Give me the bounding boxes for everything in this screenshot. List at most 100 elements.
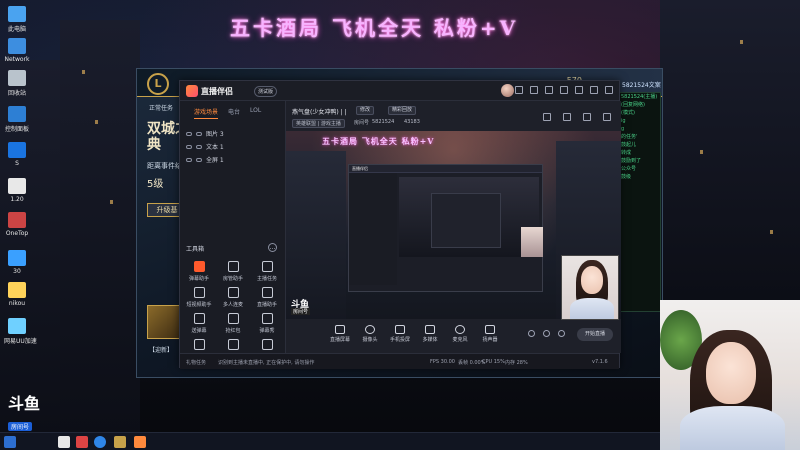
tab-lol[interactable]: LOL [250,107,261,119]
close-icon[interactable] [605,86,613,94]
desktop-icon-recycle-bin[interactable]: 回收站 [4,70,30,97]
tool-streamer-task[interactable]: 主播任务 [252,261,282,282]
edge-icon[interactable] [94,436,106,448]
settings-icon[interactable] [545,86,553,94]
layout-icon[interactable] [563,113,571,121]
avatar[interactable] [501,84,514,97]
desktop-icon-app[interactable]: S [4,142,30,167]
microphone-button[interactable]: 麦克风 [446,325,474,343]
tool-item[interactable] [184,339,214,350]
webcam-shirt [570,298,614,319]
control-panel-icon [8,106,26,122]
tool-room-manager[interactable]: 房管助手 [218,261,248,282]
nested-titlebar [349,165,542,173]
webcam-overlay[interactable] [660,300,800,450]
nested-webcam [521,227,543,257]
home-icon[interactable] [543,113,551,121]
speaker-button[interactable]: 扬声器 [476,325,504,343]
eye-icon[interactable] [186,157,192,162]
settings-icon[interactable] [558,330,565,337]
menu-icon[interactable] [560,86,568,94]
tool-item[interactable] [218,339,248,350]
desktop-icon-onetop[interactable]: OneTop [4,212,30,237]
tool-item[interactable] [252,339,282,350]
eye-icon[interactable] [186,144,192,149]
stream-app-icon[interactable] [134,436,146,448]
tool-send-danmu[interactable]: 送弹幕 [184,313,214,334]
taskbar [0,432,660,450]
desktop-icon-this-pc[interactable]: 此电脑 [4,6,30,33]
league-icon[interactable] [114,436,126,448]
status-bar: 礼物任务 识别到主播未直播中, 正在保护中, 请勿操作 FPS 30.00 丢帧… [180,353,619,369]
status-left[interactable]: 礼物任务 [186,359,206,366]
phone-cast-button[interactable]: 手机投屏 [386,325,414,343]
danmu-icon [193,261,205,272]
share-icon[interactable] [583,113,591,121]
eye-icon[interactable] [186,131,192,136]
lock-icon[interactable] [196,144,202,149]
tool-multi-mic[interactable]: 多人连麦 [218,287,248,308]
onetop-icon [8,212,26,228]
webcam-face [706,342,756,404]
layer-label: 图片 3 [206,131,224,138]
nested-app-name: 直播伴侣 [352,166,368,171]
lock-icon[interactable] [196,157,202,162]
layer-item[interactable]: 全屏 1 [186,153,285,166]
app-icon[interactable] [58,436,70,448]
replay-button[interactable]: 精彩回放 [388,106,417,115]
chat-log-line: ig [621,118,626,124]
grid-icon[interactable] [603,113,611,121]
tab-game-scene[interactable]: 游戏场景 [194,107,219,119]
event-portrait[interactable] [147,305,183,339]
download-icon [227,313,239,324]
start-live-button[interactable]: 开始直播 [577,328,613,341]
edit-title-button[interactable]: 修改 [356,106,375,115]
chat-log-line: (模式) [621,110,635,116]
notification-icon[interactable] [530,86,538,94]
app-icon[interactable] [76,436,88,448]
tool-danmu-show[interactable]: 弹幕秀 [252,313,282,334]
tool-red-packet[interactable]: 抢红包 [218,313,248,334]
start-icon[interactable] [4,436,16,448]
lock-icon[interactable] [196,131,202,136]
tool-icon [193,339,205,350]
minimize-icon[interactable] [575,86,583,94]
game-tab[interactable]: 正常任务 [149,103,173,112]
tool-icon [227,339,239,350]
phone-icon [395,325,405,334]
mail-icon[interactable] [515,86,523,94]
more-icon[interactable]: … [268,243,277,252]
source-controls: 直播屏幕 摄像头 手机投屏 多媒体 麦克风 扬声器 开始直播 [286,319,621,353]
video-icon [193,287,205,298]
chat-log-line: 鼓励到了 [621,158,642,164]
screen-capture-button[interactable]: 直播屏幕 [326,325,354,343]
helper-icon [261,287,273,298]
layer-item[interactable]: 图片 3 [186,127,285,140]
desktop-icon-uu[interactable]: 网易UU加速 [4,318,37,345]
category-tag[interactable]: 英雄联盟 | 游戏主播 [292,119,345,128]
download-icon [227,287,239,298]
desktop-icon-network[interactable]: Network [4,38,30,63]
room-title: 燕气盘(少女冲鸭) | | [292,109,347,116]
record-icon[interactable] [528,330,535,337]
desktop-icon-30[interactable]: 30 [4,250,30,275]
game-logo-icon[interactable]: L [147,73,169,95]
desktop-icon-nikou[interactable]: nikou [4,282,30,307]
webcam-preview-small[interactable] [561,255,619,320]
tool-danmu-helper[interactable]: 弹幕助手 [184,261,214,282]
window-light [700,150,703,154]
eye-icon[interactable] [543,330,550,337]
media-button[interactable]: 多媒体 [416,325,444,343]
maximize-icon[interactable] [590,86,598,94]
tool-live-helper[interactable]: 直播助手 [252,287,282,308]
camera-button[interactable]: 摄像头 [356,325,384,343]
layer-item[interactable]: 文本 1 [186,140,285,153]
desktop-icon-control-panel[interactable]: 控制面板 [4,106,30,133]
chat-log-line: 公众号 [621,166,637,172]
chat-log-panel[interactable]: 5821524(主播) (回复网络) (模式) ig g 的任务' 鼓起儿 转成 鼓励到了 公众… [618,92,661,312]
desktop-icon-file[interactable]: 1.20 [4,178,30,203]
stream-app-window[interactable]: 直播伴侣 测试版 游戏场景 电台 LOL 图片 3 文本 1 全屏 1 工具箱 … [179,80,621,369]
tab-radio[interactable]: 电台 [228,107,240,119]
tool-short-video[interactable]: 短视频助手 [184,287,214,308]
status-version: v7.1.6 [592,359,608,365]
